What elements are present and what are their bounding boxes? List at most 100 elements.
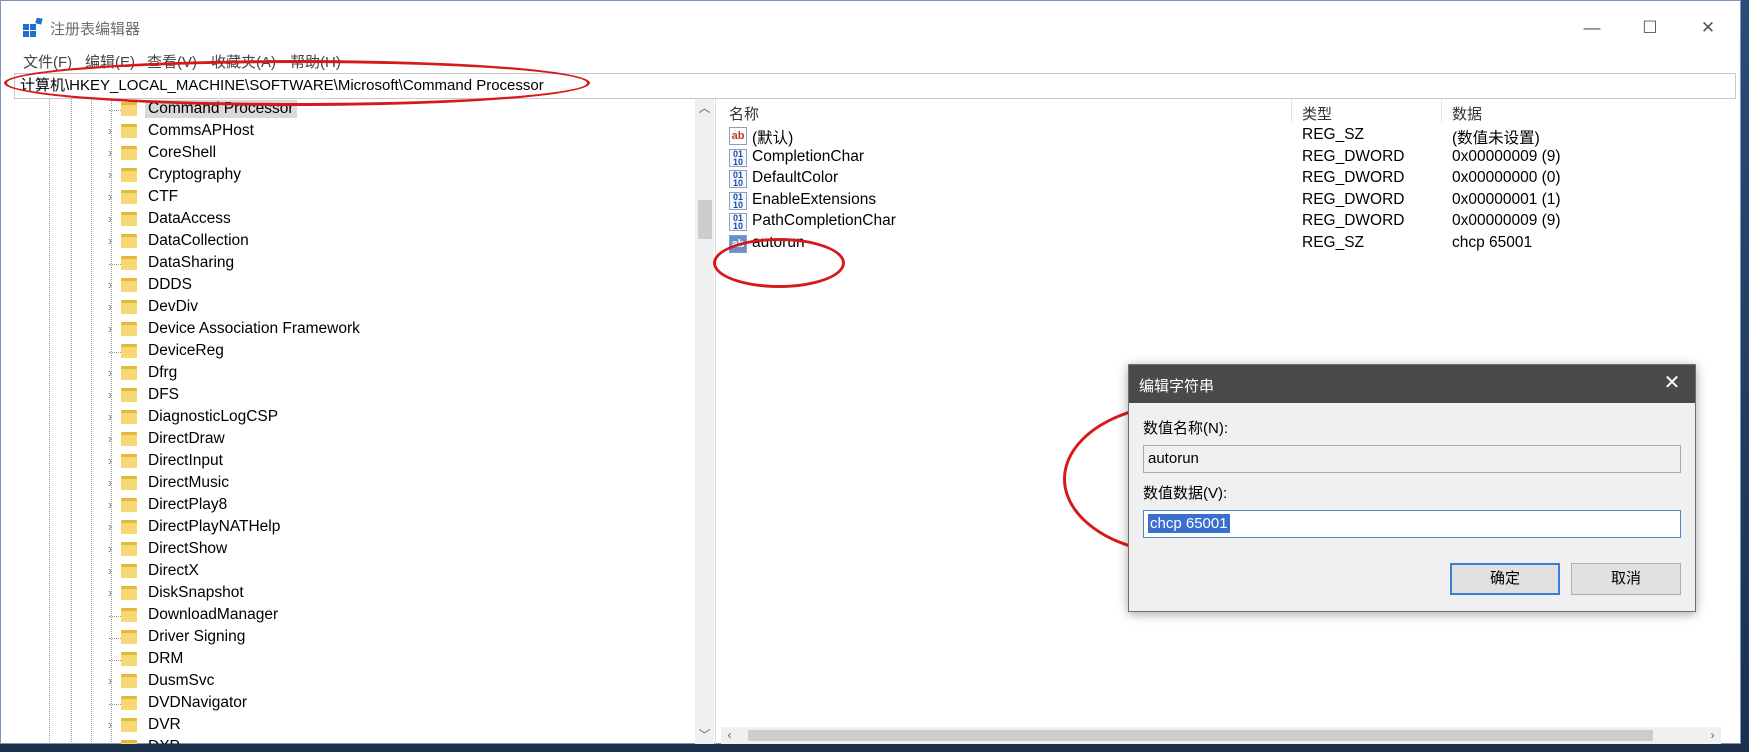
list-horizontal-scrollbar[interactable]: ‹ › xyxy=(721,727,1721,744)
tree-item[interactable]: › DataAccess xyxy=(15,209,695,231)
tree-item[interactable]: › DirectX xyxy=(15,561,695,583)
horizontal-scroll-thumb[interactable] xyxy=(748,730,1653,741)
folder-icon xyxy=(121,740,137,744)
tree-item[interactable]: › DiagnosticLogCSP xyxy=(15,407,695,429)
tree-item[interactable]: › DataCollection xyxy=(15,231,695,253)
column-header-name[interactable]: 名称 xyxy=(729,103,759,124)
tree-item[interactable]: Command Processor xyxy=(15,99,695,121)
tree-item-label: DiskSnapshot xyxy=(148,584,244,601)
menu-favorites[interactable]: 收藏夹(A) xyxy=(211,51,276,72)
tree-item[interactable]: › DFS xyxy=(15,385,695,407)
tree-item-label: DirectMusic xyxy=(148,474,229,491)
ok-button[interactable]: 确定 xyxy=(1450,563,1560,595)
tree-item[interactable]: Driver Signing xyxy=(15,627,695,649)
menu-view[interactable]: 查看(V) xyxy=(147,51,197,72)
tree-item[interactable]: › DVR xyxy=(15,715,695,737)
expand-chevron-icon[interactable]: › xyxy=(103,278,117,292)
column-header-type[interactable]: 类型 xyxy=(1302,103,1332,124)
expand-chevron-icon[interactable]: › xyxy=(103,190,117,204)
close-button[interactable]: ✕ xyxy=(1679,9,1737,47)
expand-chevron-icon[interactable]: › xyxy=(103,740,117,745)
tree-item[interactable]: › DirectInput xyxy=(15,451,695,473)
expand-chevron-icon[interactable]: › xyxy=(103,234,117,248)
window-title: 注册表编辑器 xyxy=(50,21,141,38)
cancel-button[interactable]: 取消 xyxy=(1571,563,1681,595)
tree-item[interactable]: › DusmSvc xyxy=(15,671,695,693)
address-bar[interactable]: 计算机\HKEY_LOCAL_MACHINE\SOFTWARE\Microsof… xyxy=(14,73,1736,99)
scroll-left-arrow-icon[interactable]: ‹ xyxy=(721,727,738,744)
value-row[interactable]: 01 10 PathCompletionChar REG_DWORD 0x0000000… xyxy=(721,211,1731,233)
value-row[interactable]: ab autorun REG_SZ chcp 65001 xyxy=(721,233,1731,255)
tree-item[interactable]: DataSharing xyxy=(15,253,695,275)
scroll-thumb[interactable] xyxy=(698,200,712,239)
scroll-right-arrow-icon[interactable]: › xyxy=(1704,727,1721,744)
tree-item[interactable]: › DXP xyxy=(15,737,695,744)
expand-chevron-icon[interactable]: › xyxy=(103,564,117,578)
menu-help[interactable]: 帮助(H) xyxy=(290,51,341,72)
tree-item[interactable]: › DirectDraw xyxy=(15,429,695,451)
scroll-down-arrow-icon[interactable]: ﹀ xyxy=(695,726,714,744)
tree-item[interactable]: › CoreShell xyxy=(15,143,695,165)
value-type: REG_DWORD xyxy=(1302,212,1405,230)
tree-item[interactable]: DRM xyxy=(15,649,695,671)
tree-item-label: DRM xyxy=(148,650,184,667)
expand-chevron-icon[interactable]: › xyxy=(103,542,117,556)
tree-item[interactable]: › DevDiv xyxy=(15,297,695,319)
tree-item[interactable]: › Dfrg xyxy=(15,363,695,385)
expand-chevron-icon[interactable]: › xyxy=(103,300,117,314)
column-header-data[interactable]: 数据 xyxy=(1452,103,1482,124)
tree-item-label: Dfrg xyxy=(148,364,178,381)
value-type: REG_SZ xyxy=(1302,126,1365,143)
expand-chevron-icon[interactable]: › xyxy=(103,586,117,600)
tree-item[interactable]: › DirectShow xyxy=(15,539,695,561)
tree-item[interactable]: › CTF xyxy=(15,187,695,209)
value-row[interactable]: 01 10 EnableExtensions REG_DWORD 0x00000001 … xyxy=(721,190,1731,212)
value-name: (默认) xyxy=(752,130,794,147)
menu-file[interactable]: 文件(F) xyxy=(23,51,72,72)
expand-chevron-icon[interactable]: › xyxy=(103,674,117,688)
tree-item[interactable]: › DiskSnapshot xyxy=(15,583,695,605)
tree-item[interactable]: › DirectPlayNATHelp xyxy=(15,517,695,539)
expand-chevron-icon[interactable]: › xyxy=(103,124,117,138)
expand-chevron-icon[interactable]: › xyxy=(103,520,117,534)
column-separator[interactable] xyxy=(1291,99,1292,123)
expand-chevron-icon[interactable]: › xyxy=(103,454,117,468)
menu-bar: 文件(F) 编辑(E) 查看(V) 收藏夹(A) 帮助(H) xyxy=(1,49,1740,73)
dialog-close-icon[interactable]: ✕ xyxy=(1659,370,1685,395)
expand-chevron-icon[interactable]: › xyxy=(103,212,117,226)
tree-vertical-scrollbar[interactable]: ︿ ﹀ xyxy=(695,99,714,744)
column-separator[interactable] xyxy=(1441,99,1442,123)
value-name: autorun xyxy=(752,234,805,251)
tree-item[interactable]: › Cryptography xyxy=(15,165,695,187)
value-name-field: autorun xyxy=(1143,445,1681,473)
expand-chevron-icon[interactable]: › xyxy=(103,718,117,732)
expand-chevron-icon[interactable]: › xyxy=(103,366,117,380)
value-row[interactable]: 01 10 DefaultColor REG_DWORD 0x00000000 (0) xyxy=(721,168,1731,190)
minimize-button[interactable]: — xyxy=(1563,9,1621,47)
menu-edit[interactable]: 编辑(E) xyxy=(85,51,135,72)
tree-item[interactable]: › DDDS xyxy=(15,275,695,297)
expand-chevron-icon[interactable]: › xyxy=(103,498,117,512)
maximize-button[interactable]: ☐ xyxy=(1621,9,1679,47)
tree-item[interactable]: DeviceReg xyxy=(15,341,695,363)
expand-chevron-icon[interactable]: › xyxy=(103,168,117,182)
expand-chevron-icon[interactable]: › xyxy=(103,388,117,402)
tree-item[interactable]: › DirectMusic xyxy=(15,473,695,495)
expand-chevron-icon[interactable]: › xyxy=(103,322,117,336)
value-data-field[interactable]: chcp 65001 xyxy=(1143,510,1681,538)
tree-item-label: CTF xyxy=(148,188,179,205)
value-data: 0x00000000 (0) xyxy=(1452,169,1561,187)
tree-item[interactable]: › Device Association Framework xyxy=(15,319,695,341)
expand-chevron-icon[interactable]: › xyxy=(103,476,117,490)
expand-chevron-icon[interactable]: › xyxy=(103,432,117,446)
expand-chevron-icon[interactable]: › xyxy=(103,146,117,160)
value-data-text[interactable]: chcp 65001 xyxy=(1148,514,1230,533)
scroll-up-arrow-icon[interactable]: ︿ xyxy=(695,99,714,117)
value-row[interactable]: ab (默认) REG_SZ (数值未设置) xyxy=(721,125,1731,147)
tree-item[interactable]: DownloadManager xyxy=(15,605,695,627)
value-row[interactable]: 01 10 CompletionChar REG_DWORD 0x00000009 (9… xyxy=(721,147,1731,169)
expand-chevron-icon[interactable]: › xyxy=(103,410,117,424)
tree-item[interactable]: DVDNavigator xyxy=(15,693,695,715)
tree-item[interactable]: › CommsAPHost xyxy=(15,121,695,143)
tree-item[interactable]: › DirectPlay8 xyxy=(15,495,695,517)
